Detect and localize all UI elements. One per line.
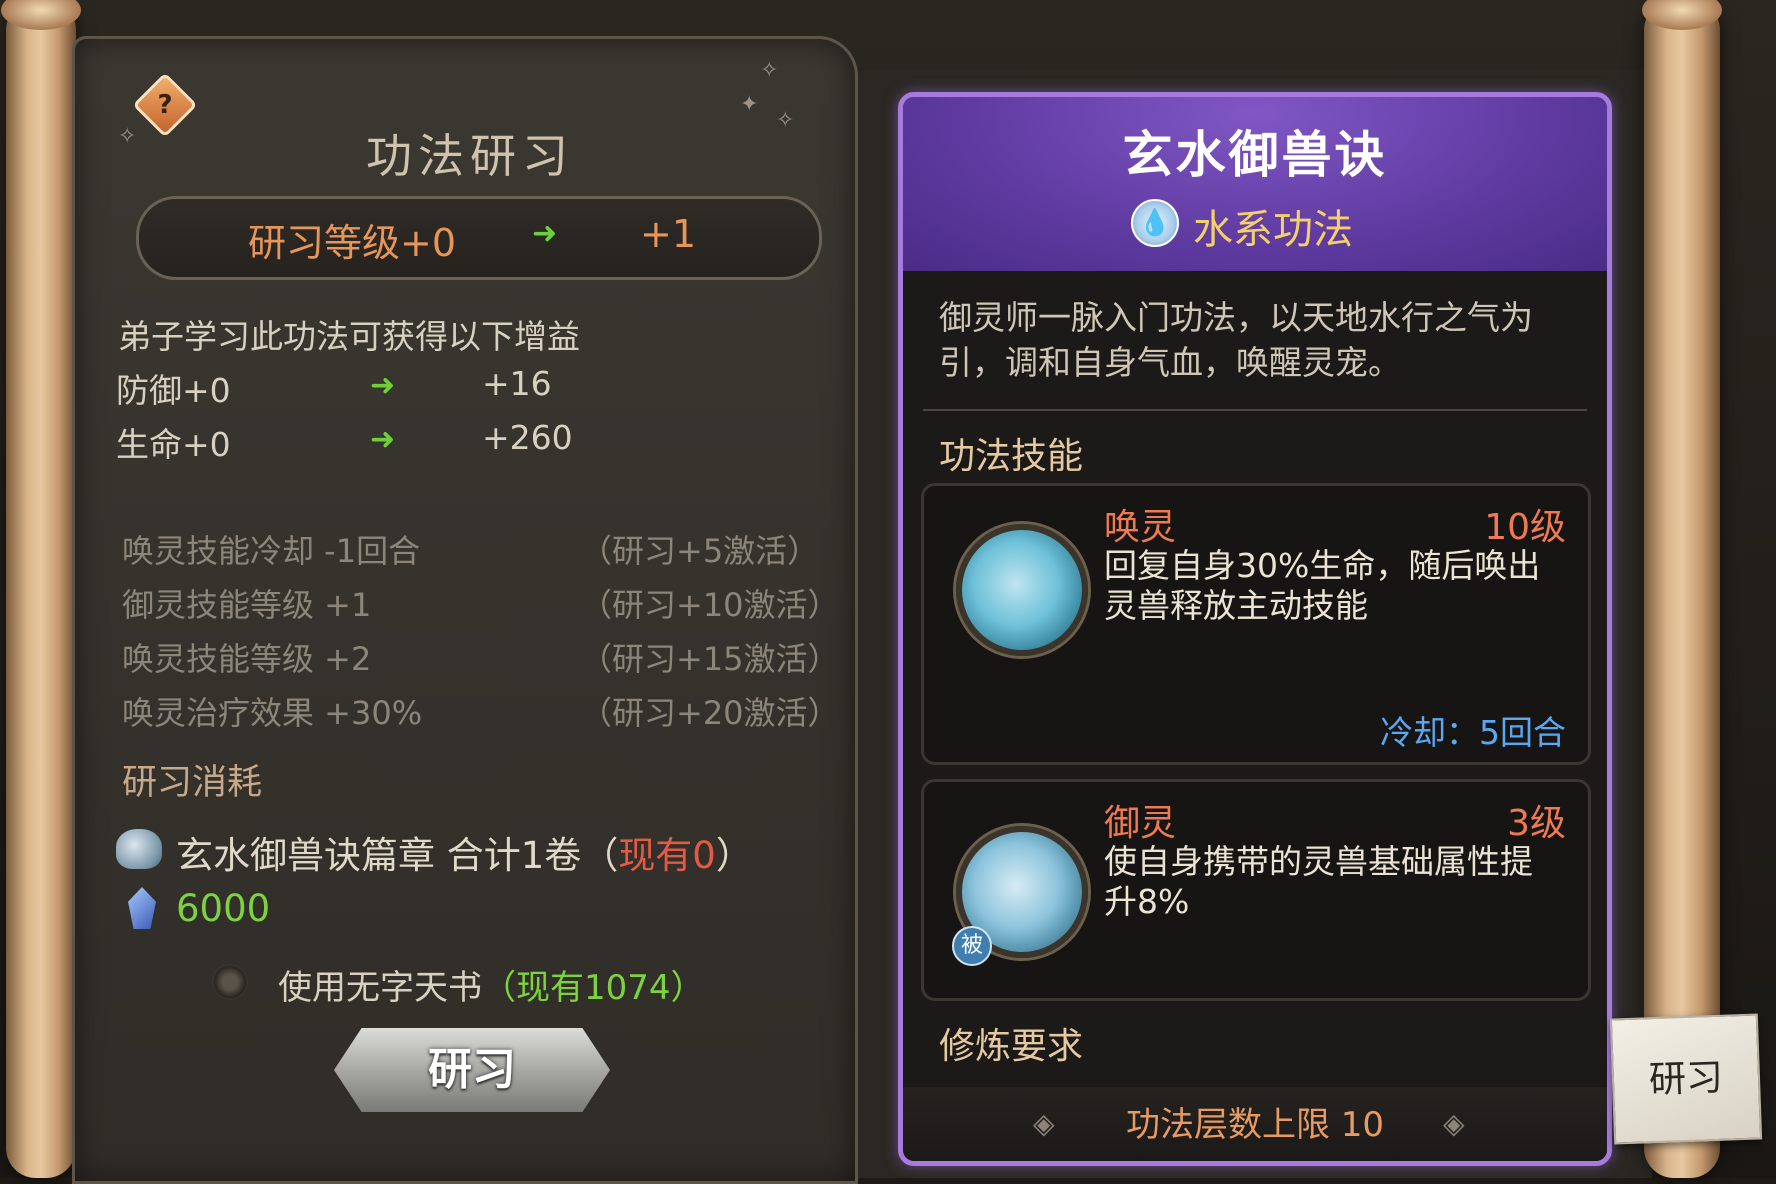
skill-icon [956, 524, 1088, 656]
activation-effect: 唤灵技能等级 +2 [122, 640, 372, 678]
use-book-owned: （现有1074） [482, 968, 705, 1008]
element-label: 水系功法 [1193, 207, 1353, 253]
sparkle-icon: ✧ [776, 108, 795, 133]
page-title: 功法研习 [366, 129, 574, 183]
activation-effect: 唤灵技能冷却 -1回合 [122, 532, 421, 570]
activation-effect: 御灵技能等级 +1 [122, 586, 372, 624]
question-icon: ? [157, 90, 173, 120]
cost-item-line: 玄水御兽诀篇章 合计1卷（现有0） [176, 825, 753, 879]
skill-description: 使自身携带的灵兽基础属性提升8% [1104, 842, 1533, 921]
skill-card[interactable]: 唤灵 10级 回复自身30%生命，随后唤出灵兽释放主动技能 冷却：5回合 [921, 483, 1591, 765]
cost-title: 研习消耗 [122, 763, 263, 803]
arrow-right-icon: ➜ [370, 368, 396, 403]
skills-title: 功法技能 [939, 436, 1084, 477]
side-study-button[interactable]: 研习 [1609, 1013, 1763, 1145]
cost-owned-open: （ [581, 834, 619, 877]
layer-limit-bar: ◈ 功法层数上限 10 ◈ [903, 1087, 1607, 1161]
skill-card[interactable]: 被 御灵 3级 使自身携带的灵兽基础属性提升8% [921, 779, 1591, 1001]
requirements-title: 修炼要求 [939, 1026, 1084, 1067]
use-book-line: 使用无字天书（现有1074） [278, 960, 705, 1009]
use-book-radio[interactable] [212, 964, 248, 1000]
chapter-scroll-icon [116, 829, 162, 869]
stat-defense-label: 防御+0 [116, 371, 231, 410]
stat-defense-to: +16 [482, 364, 552, 403]
sparkle-icon: ✧ [760, 58, 779, 83]
skill-level: 3级 [1507, 803, 1566, 844]
arrow-right-icon: ➜ [532, 216, 558, 251]
cost-owned: 现有0 [618, 834, 716, 877]
sparkle-icon: ✦ [740, 92, 759, 117]
level-to: +1 [640, 212, 697, 256]
ornament-icon: ◈ [1443, 1107, 1465, 1140]
layer-limit: 功法层数上限 10 [1125, 1105, 1385, 1145]
arrow-right-icon: ➜ [370, 422, 396, 457]
study-button[interactable]: 研习 [334, 1028, 610, 1112]
level-from: 研习等级+0 [248, 221, 457, 265]
jade-cost: 6000 [176, 887, 271, 930]
activation-condition: （研习+5激活） [580, 532, 820, 570]
skill-description: 回复自身30%生命，随后唤出灵兽释放主动技能 [1104, 546, 1541, 625]
scroll-rod-right [1642, 0, 1722, 1178]
card-title: 玄水御兽诀 [1122, 126, 1388, 184]
cost-owned-close: ） [715, 834, 753, 877]
activation-condition: （研习+10激活） [580, 586, 840, 624]
skill-cooldown: 冷却：5回合 [1380, 713, 1566, 752]
card-description: 御灵师一脉入门功法，以天地水行之气为引，调和自身气血，唤醒灵宠。 [939, 298, 1533, 382]
sparkle-icon: ✧ [118, 124, 137, 149]
skill-name: 唤灵 [1104, 507, 1177, 548]
gain-title: 弟子学习此功法可获得以下增益 [118, 317, 580, 356]
side-study-label: 研习 [1648, 1055, 1724, 1102]
skill-level: 10级 [1484, 507, 1566, 548]
technique-card: 玄水御兽诀 💧 水系功法 御灵师一脉入门功法，以天地水行之气为引，调和自身气血，… [898, 92, 1612, 1166]
study-button-label: 研习 [428, 1044, 516, 1095]
activation-effect: 唤灵治疗效果 +30% [122, 694, 423, 732]
cost-item: 玄水御兽诀篇章 合计1卷 [176, 834, 582, 877]
scroll-rod-left [1, 0, 81, 1178]
card-header: 玄水御兽诀 💧 水系功法 [903, 97, 1607, 271]
water-drop-icon: 💧 [1131, 199, 1179, 247]
stat-life-to: +260 [482, 418, 573, 457]
skill-name: 御灵 [1104, 803, 1177, 844]
passive-badge: 被 [952, 926, 992, 966]
activation-condition: （研习+20激活） [580, 694, 840, 732]
use-book-label: 使用无字天书 [278, 968, 482, 1008]
level-banner [136, 196, 822, 280]
divider [923, 409, 1587, 411]
activation-condition: （研习+15激活） [580, 640, 840, 678]
stat-life-label: 生命+0 [116, 425, 231, 464]
